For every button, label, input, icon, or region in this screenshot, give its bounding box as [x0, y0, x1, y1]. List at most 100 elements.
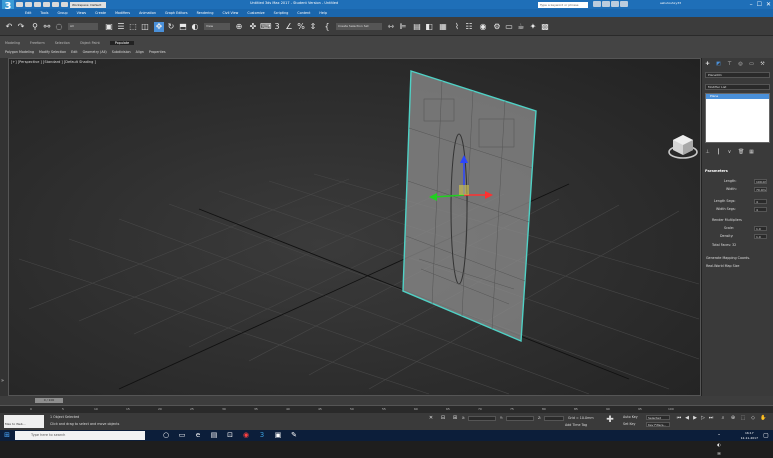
- zoom-all-icon[interactable]: ⊕: [730, 415, 736, 421]
- system-tray-icon[interactable]: ⌃ ◐ ✉: [715, 431, 723, 456]
- named-selection-set-dropdown[interactable]: Create Selection Set: [336, 23, 382, 30]
- track-bar[interactable]: 0 5 10 15 20 25 30 35 40 45 50 55 60 65 …: [0, 405, 773, 413]
- pivot-point-icon[interactable]: ⊕: [234, 22, 244, 32]
- show-end-result-icon[interactable]: ┃: [716, 150, 721, 155]
- search-input[interactable]: Type a keyword or phrase: [538, 2, 588, 8]
- pin-stack-icon[interactable]: ⊥: [705, 150, 710, 155]
- time-slider-thumb[interactable]: 0 / 100: [35, 398, 63, 403]
- selection-filter-dropdown[interactable]: All: [68, 23, 98, 30]
- ribbon-polygon-modeling[interactable]: Polygon Modeling: [5, 50, 34, 54]
- tab-selection[interactable]: Selection: [55, 41, 70, 45]
- menu-scripting[interactable]: Scripting: [274, 11, 289, 15]
- isolate-selection-icon[interactable]: ✕: [428, 415, 434, 421]
- schematic-view-icon[interactable]: ☷: [464, 22, 474, 32]
- toggle-scene-explorer-icon[interactable]: ▤: [412, 22, 422, 32]
- auto-key-button[interactable]: Auto Key: [623, 415, 638, 419]
- hierarchy-tab-icon[interactable]: ⊤: [727, 62, 732, 67]
- save-file-icon[interactable]: [34, 2, 41, 7]
- utilities-tab-icon[interactable]: ⚒: [760, 62, 765, 67]
- angle-snap-icon[interactable]: ∠: [284, 22, 294, 32]
- key-filters-button[interactable]: Key Filters...: [646, 422, 670, 427]
- favorites-icon[interactable]: [611, 1, 619, 7]
- render-online-icon[interactable]: ▩: [540, 22, 550, 32]
- scale-field[interactable]: 1.0: [754, 226, 767, 231]
- menu-civil-view[interactable]: Civil View: [222, 11, 238, 15]
- undo-icon[interactable]: [43, 2, 50, 7]
- tab-modeling[interactable]: Modeling: [5, 41, 20, 45]
- user-icon[interactable]: [620, 1, 628, 7]
- user-name[interactable]: ashutoshxy33: [660, 1, 681, 5]
- time-slider[interactable]: 0 / 100: [0, 396, 773, 405]
- pan-icon[interactable]: ✋: [760, 415, 766, 421]
- app-icon[interactable]: ◉: [242, 431, 250, 440]
- mirror-icon[interactable]: ⇿: [386, 22, 396, 32]
- menu-animation[interactable]: Animation: [139, 11, 156, 15]
- pen-icon[interactable]: ✎: [290, 431, 298, 440]
- width-field[interactable]: 70.0mm: [754, 187, 767, 192]
- render-production-icon[interactable]: ☕: [516, 22, 526, 32]
- maximize-button[interactable]: ☐: [757, 0, 762, 9]
- snaps-toggle-icon[interactable]: 3: [272, 22, 282, 32]
- selection-region-icon[interactable]: ⬚: [128, 22, 138, 32]
- align-icon[interactable]: ⊫: [398, 22, 408, 32]
- remove-modifier-icon[interactable]: 🗑: [738, 150, 744, 155]
- zoom-icon[interactable]: ⌕: [720, 415, 726, 421]
- expand-icon[interactable]: »: [1, 378, 7, 384]
- make-unique-icon[interactable]: ∨: [727, 150, 732, 155]
- search-icon[interactable]: [593, 1, 601, 7]
- menu-customize[interactable]: Customize: [247, 11, 264, 15]
- menu-help[interactable]: Help: [319, 11, 327, 15]
- percent-snap-icon[interactable]: %: [296, 22, 306, 32]
- field-of-view-icon[interactable]: ◇: [750, 415, 756, 421]
- windows-start-icon[interactable]: ⊞: [3, 431, 11, 440]
- project-folder-icon[interactable]: [61, 2, 68, 7]
- render-iterative-icon[interactable]: ✦: [528, 22, 538, 32]
- next-frame-icon[interactable]: ▷: [700, 415, 706, 421]
- menu-tools[interactable]: Tools: [40, 11, 48, 15]
- select-and-scale-icon[interactable]: ⬒: [178, 22, 188, 32]
- menu-content[interactable]: Content: [297, 11, 310, 15]
- tab-populate[interactable]: Populate: [109, 41, 135, 45]
- create-tab-icon[interactable]: ✚: [705, 62, 710, 67]
- ribbon-geometry[interactable]: Geometry (All): [83, 50, 107, 54]
- menu-graph-editors[interactable]: Graph Editors: [165, 11, 188, 15]
- modifier-list-dropdown[interactable]: Modifier List: [705, 84, 770, 90]
- width-segs-field[interactable]: 4: [754, 207, 767, 212]
- select-object-icon[interactable]: ▣: [104, 22, 114, 32]
- link-icon[interactable]: ⚲: [30, 22, 40, 32]
- rendered-frame-window-icon[interactable]: ▭: [504, 22, 514, 32]
- zoom-extents-icon[interactable]: ⬚: [740, 415, 746, 421]
- taskbar-search-input[interactable]: Type here to search: [15, 431, 145, 440]
- perspective-viewport[interactable]: [+] [Perspective ] [Standard ] [Default …: [8, 58, 701, 396]
- x-coordinate-field[interactable]: [468, 416, 496, 421]
- object-name-field[interactable]: Plane001: [705, 72, 770, 78]
- tab-freeform[interactable]: Freeform: [30, 41, 45, 45]
- close-button[interactable]: ✕: [766, 0, 771, 9]
- select-and-place-icon[interactable]: ◐: [190, 22, 200, 32]
- previous-frame-icon[interactable]: ◀: [684, 415, 690, 421]
- toggle-ribbon-icon[interactable]: ▦: [438, 22, 448, 32]
- keyboard-shortcut-override-icon[interactable]: ⌨: [260, 22, 272, 32]
- z-coordinate-field[interactable]: [544, 416, 564, 421]
- stack-item-plane[interactable]: Plane: [706, 94, 769, 99]
- configure-sets-icon[interactable]: ▦: [749, 150, 754, 155]
- y-coordinate-field[interactable]: [506, 416, 534, 421]
- workspace-dropdown[interactable]: Workspace: Default: [70, 1, 106, 8]
- ribbon-align[interactable]: Align: [136, 50, 144, 54]
- unlink-icon[interactable]: ⚯: [42, 22, 52, 32]
- ribbon-edit[interactable]: Edit: [71, 50, 77, 54]
- selection-lock-icon[interactable]: ⊟: [440, 415, 446, 421]
- absolute-mode-icon[interactable]: ⊞: [452, 415, 458, 421]
- viewcube-icon[interactable]: [665, 129, 701, 165]
- go-to-end-icon[interactable]: ⏭: [708, 415, 714, 421]
- edit-named-selection-icon[interactable]: {: [322, 22, 332, 32]
- real-world-map-size-checkbox[interactable]: Real-World Map Size: [706, 264, 739, 268]
- select-by-name-icon[interactable]: ☰: [116, 22, 126, 32]
- select-manipulate-icon[interactable]: ✜: [248, 22, 258, 32]
- menu-rendering[interactable]: Rendering: [197, 11, 214, 15]
- undo-icon[interactable]: ↶: [4, 22, 14, 32]
- new-file-icon[interactable]: [16, 2, 23, 7]
- taskbar-clock[interactable]: 16:17 12-11-2017: [741, 431, 758, 440]
- length-field[interactable]: 109.0mm: [754, 179, 767, 184]
- communication-center-icon[interactable]: [602, 1, 610, 7]
